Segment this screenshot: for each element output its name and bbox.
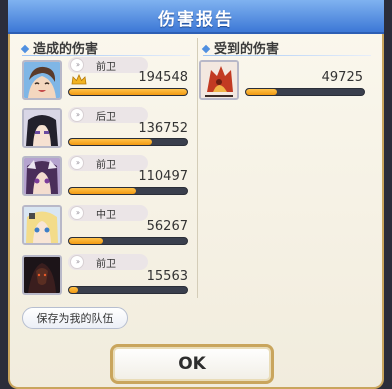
damage-bar xyxy=(68,88,188,96)
dealt-header-underline xyxy=(22,55,190,56)
damage-bar xyxy=(68,138,188,146)
save-as-team-button[interactable]: 保存为我的队伍 xyxy=(22,307,128,329)
damage-bar xyxy=(68,286,188,294)
received-header-underline xyxy=(203,55,371,56)
character-avatar[interactable] xyxy=(22,255,62,295)
damage-value: 15563 xyxy=(146,269,188,284)
damage-value: 136752 xyxy=(138,121,188,136)
damage-bar-fill xyxy=(69,139,152,145)
received-damage-bar-fill xyxy=(246,89,277,95)
damage-bar-fill xyxy=(69,89,187,95)
character-avatar[interactable] xyxy=(22,156,62,196)
damage-bar-fill xyxy=(69,238,104,244)
ok-button[interactable]: OK xyxy=(110,344,274,384)
damage-bar xyxy=(68,237,188,245)
received-damage-bar xyxy=(245,88,365,96)
chevron-right-icon: ›› xyxy=(70,58,84,72)
damage-bar xyxy=(68,187,188,195)
character-avatar[interactable] xyxy=(22,108,62,148)
received-damage-value: 49725 xyxy=(321,70,363,85)
position-badge: ›› 前卫 xyxy=(68,254,148,270)
damage-bar-fill xyxy=(69,188,137,194)
diamond-bullet-icon xyxy=(201,44,211,53)
character-avatar[interactable] xyxy=(22,205,62,245)
chevron-right-icon: ›› xyxy=(70,108,84,122)
chevron-right-icon: ›› xyxy=(70,206,84,220)
damage-value: 194548 xyxy=(138,70,188,85)
diamond-bullet-icon xyxy=(20,44,30,53)
chevron-right-icon: ›› xyxy=(70,156,84,170)
dialog-title-bar: 伤害报告 xyxy=(8,0,384,34)
position-label: 前卫 xyxy=(96,259,116,270)
damage-value: 56267 xyxy=(146,219,188,234)
chevron-right-icon: ›› xyxy=(70,255,84,269)
damage-value: 110497 xyxy=(138,169,188,184)
column-divider xyxy=(197,38,198,298)
damage-bar-fill xyxy=(69,287,79,293)
crown-icon xyxy=(71,74,87,85)
damage-report-dialog xyxy=(8,0,384,389)
character-avatar[interactable] xyxy=(22,60,62,100)
enemy-avatar[interactable] xyxy=(199,60,239,100)
dialog-title: 伤害报告 xyxy=(158,10,234,30)
